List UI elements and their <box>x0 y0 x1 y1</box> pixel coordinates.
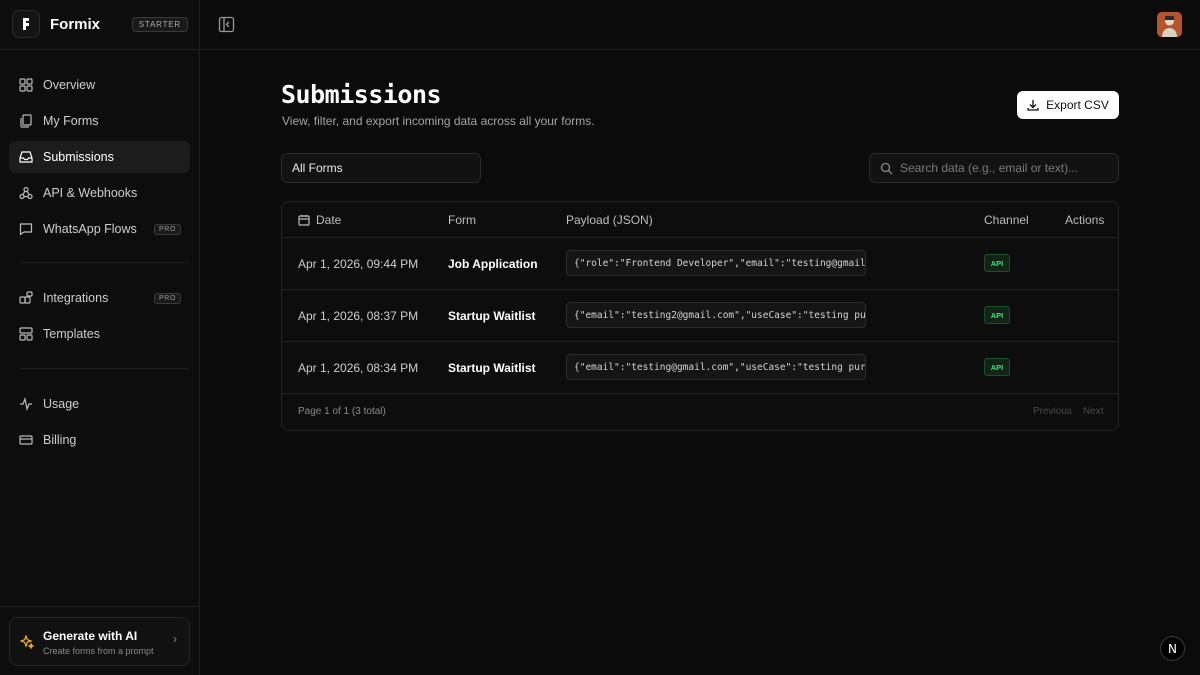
inbox-icon <box>19 151 33 163</box>
message-icon <box>19 223 33 236</box>
sidebar-item-submissions[interactable]: Submissions <box>9 141 190 173</box>
export-csv-label: Export CSV <box>1046 98 1109 112</box>
column-header-label: Payload (JSON) <box>566 213 653 227</box>
sidebar-item-label: Billing <box>43 433 77 447</box>
webhook-icon <box>19 186 33 200</box>
template-icon <box>19 327 33 341</box>
sidebar-item-label: API & Webhooks <box>43 186 138 200</box>
sidebar-item-api-webhooks[interactable]: API & Webhooks <box>9 177 190 209</box>
activity-icon <box>20 397 32 411</box>
divider <box>20 262 189 263</box>
topbar-divider <box>200 49 1200 50</box>
sidebar-item-integrations[interactable]: Integrations PRO <box>9 282 190 314</box>
sidebar-item-label: Overview <box>43 78 96 92</box>
row-divider <box>282 341 1118 342</box>
column-header-label: Date <box>316 213 342 227</box>
column-header-label: Channel <box>984 213 1029 227</box>
column-header-payload: Payload (JSON) <box>566 213 653 227</box>
sidebar-item-usage[interactable]: Usage <box>9 388 190 420</box>
column-header-date[interactable]: Date <box>298 213 341 227</box>
sidebar-item-label: Integrations <box>43 291 109 305</box>
sparkles-icon <box>20 635 34 649</box>
row-form-name[interactable]: Job Application <box>448 257 538 271</box>
sidebar: Formix STARTER Overview My Forms Submiss… <box>0 0 200 675</box>
previous-page-button[interactable]: Previous <box>1033 406 1072 417</box>
grid-icon <box>19 78 33 92</box>
search-input[interactable] <box>900 161 1100 175</box>
row-divider <box>282 393 1118 394</box>
sidebar-item-my-forms[interactable]: My Forms <box>9 105 190 137</box>
sidebar-item-billing[interactable]: Billing <box>9 424 190 456</box>
sidebar-item-templates[interactable]: Templates <box>9 318 190 350</box>
generate-with-ai-button[interactable]: Generate with AI Create forms from a pro… <box>9 617 190 666</box>
brand[interactable]: Formix STARTER <box>12 10 188 38</box>
credit-card-icon <box>19 435 33 445</box>
sidebar-toggle-icon[interactable] <box>218 16 235 33</box>
sidebar-item-whatsapp-flows[interactable]: WhatsApp Flows PRO <box>9 213 190 245</box>
page-title: Submissions <box>281 80 442 109</box>
divider <box>0 606 200 607</box>
formix-logo-icon <box>12 10 40 38</box>
channel-badge: API <box>984 358 1010 376</box>
row-divider <box>282 237 1118 238</box>
search-icon <box>880 162 893 174</box>
channel-badge: API <box>984 306 1010 324</box>
row-payload[interactable]: {"email":"testing2@gmail.com","useCase":… <box>566 302 866 328</box>
generate-title: Generate with AI <box>43 629 138 643</box>
sidebar-item-label: Templates <box>43 327 100 341</box>
divider <box>20 368 189 369</box>
calendar-icon <box>298 215 310 226</box>
download-icon <box>1027 100 1039 111</box>
page-subtitle: View, filter, and export incoming data a… <box>282 114 595 128</box>
channel-badge: API <box>984 254 1010 272</box>
copy-icon <box>20 114 32 128</box>
column-header-channel: Channel <box>984 213 1029 227</box>
column-header-form: Form <box>448 213 476 227</box>
sidebar-item-label: My Forms <box>43 114 99 128</box>
next-page-button[interactable]: Next <box>1083 406 1104 417</box>
pro-badge: PRO <box>154 223 181 235</box>
row-date: Apr 1, 2026, 08:34 PM <box>298 361 419 375</box>
generate-subtitle: Create forms from a prompt <box>43 646 154 656</box>
avatar[interactable] <box>1157 12 1182 37</box>
row-form-name[interactable]: Startup Waitlist <box>448 309 536 323</box>
sidebar-item-overview[interactable]: Overview <box>9 69 190 101</box>
brand-name: Formix <box>50 15 101 33</box>
sidebar-item-label: WhatsApp Flows <box>43 222 137 236</box>
row-payload[interactable]: {"role":"Frontend Developer","email":"te… <box>566 250 866 276</box>
row-date: Apr 1, 2026, 08:37 PM <box>298 309 419 323</box>
export-csv-button[interactable]: Export CSV <box>1017 91 1119 119</box>
pagination-summary: Page 1 of 1 (3 total) <box>298 406 386 417</box>
row-form-name[interactable]: Startup Waitlist <box>448 361 536 375</box>
column-header-label: Form <box>448 213 476 227</box>
pro-badge: PRO <box>154 292 181 304</box>
row-divider <box>282 289 1118 290</box>
column-header-actions: Actions <box>1065 213 1104 227</box>
chevron-right-icon: › <box>173 632 177 646</box>
search-box[interactable] <box>869 153 1119 183</box>
form-filter-value: All Forms <box>292 161 343 175</box>
column-header-label: Actions <box>1065 213 1105 227</box>
row-date: Apr 1, 2026, 09:44 PM <box>298 257 419 271</box>
plan-badge: STARTER <box>131 16 188 32</box>
submissions-table: Date Form Payload (JSON) Channel Actions… <box>281 201 1119 431</box>
nextjs-dev-badge[interactable]: N <box>1160 636 1185 661</box>
sidebar-item-label: Submissions <box>43 150 114 164</box>
blocks-icon <box>19 291 33 304</box>
divider <box>0 49 200 50</box>
row-payload[interactable]: {"email":"testing@gmail.com","useCase":"… <box>566 354 866 380</box>
form-filter-select[interactable]: All Forms <box>281 153 481 183</box>
sidebar-item-label: Usage <box>43 397 80 411</box>
